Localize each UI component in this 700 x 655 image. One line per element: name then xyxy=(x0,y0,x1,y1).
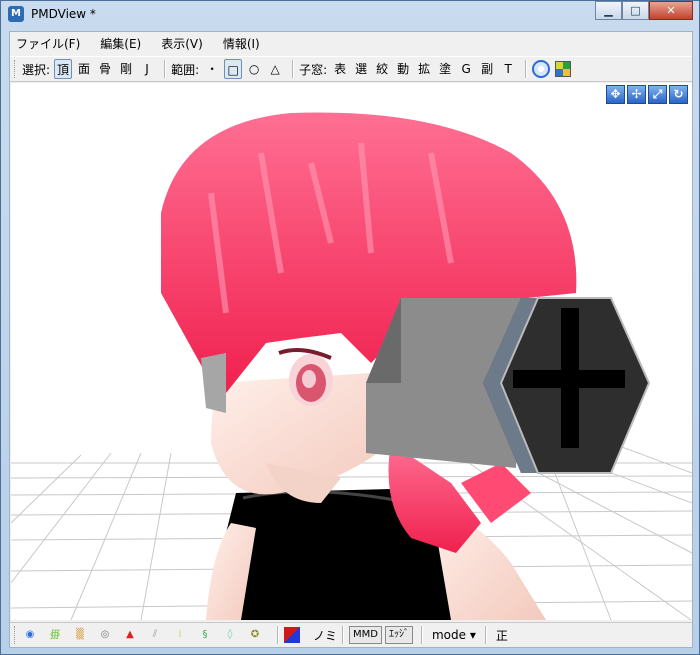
point-icon[interactable]: ◎ xyxy=(97,627,113,643)
child-table-button[interactable]: 表 xyxy=(331,59,349,79)
texture-pattern-icon[interactable]: ▒ xyxy=(72,627,88,643)
app-window: M PMDView * ▁ □ ✕ ファイル(F) 編集(E) 表示(V) 情報… xyxy=(0,0,700,655)
toolbar-separator xyxy=(292,60,295,78)
range-circle-button[interactable]: ○ xyxy=(245,59,263,79)
statusbar-separator xyxy=(484,626,487,644)
select-bone-button[interactable]: 骨 xyxy=(96,59,114,79)
title-bar[interactable]: M PMDView * ▁ □ ✕ xyxy=(1,1,699,29)
quad-view-icon[interactable] xyxy=(555,61,572,77)
select-joint-button[interactable]: J xyxy=(138,59,156,79)
menu-file[interactable]: ファイル(F) xyxy=(16,35,80,52)
target-icon[interactable] xyxy=(532,60,551,78)
mode-dropdown[interactable]: mode ▾ xyxy=(432,628,476,642)
joint-icon[interactable]: ✪ xyxy=(247,627,263,643)
vertex-dot-icon[interactable]: ◉ xyxy=(22,627,38,643)
face-triangle-icon[interactable]: ▲ xyxy=(122,627,138,643)
select-label: 選択: xyxy=(22,62,51,77)
child-t-button[interactable]: T xyxy=(499,59,517,79)
normal-lines-icon[interactable]: ∰ xyxy=(47,627,63,643)
child-select-button[interactable]: 選 xyxy=(352,59,370,79)
toolbar: 選択: 頂 面 骨 剛 J 範囲: ・ □ ○ △ 子窓: 表 選 絞 動 拡 … xyxy=(10,56,692,82)
statusbar-separator xyxy=(420,626,423,644)
child-move-button[interactable]: 動 xyxy=(394,59,412,79)
move-xy-icon[interactable]: ✥ xyxy=(606,85,625,104)
model-render xyxy=(11,112,692,620)
range-point-button[interactable]: ・ xyxy=(203,59,221,79)
menu-view[interactable]: 表示(V) xyxy=(161,35,203,52)
bone-icon[interactable]: ⁞ xyxy=(172,627,188,643)
menu-info[interactable]: 情報(I) xyxy=(223,35,260,52)
child-window-label: 子窓: xyxy=(299,62,328,77)
rigid-icon[interactable]: ◊ xyxy=(222,627,238,643)
status-bar: ◉ ∰ ▒ ◎ ▲ ⫽ ⁞ § ◊ ✪ ノミ MMD ｴｯｼﾞ mode ▾ 正 xyxy=(10,622,692,647)
toolbar-separator xyxy=(164,60,167,78)
child-g-button[interactable]: G xyxy=(457,59,475,79)
maximize-button[interactable]: □ xyxy=(622,1,649,20)
zoom-icon[interactable]: ⤢ xyxy=(648,85,667,104)
menu-edit[interactable]: 編集(E) xyxy=(100,35,141,52)
minimize-button[interactable]: ▁ xyxy=(595,1,622,20)
client-area: ファイル(F) 編集(E) 表示(V) 情報(I) 選択: 頂 面 骨 剛 J … xyxy=(9,31,693,648)
statusbar-separator xyxy=(277,626,279,644)
material-color-icon[interactable] xyxy=(284,627,300,643)
3d-viewport[interactable]: ✥ ✢ ⤢ ↻ xyxy=(11,83,692,620)
menu-bar: ファイル(F) 編集(E) 表示(V) 情報(I) xyxy=(10,32,692,54)
statusbar-grip[interactable] xyxy=(14,626,18,644)
toolbar-separator xyxy=(525,60,528,78)
child-paint-button[interactable]: 塗 xyxy=(436,59,454,79)
toolbar-grip[interactable] xyxy=(14,60,18,78)
child-sub-button[interactable]: 副 xyxy=(478,59,496,79)
app-icon: M xyxy=(8,6,24,22)
range-label: 範囲: xyxy=(171,62,200,77)
orthographic-button[interactable]: 正 xyxy=(496,627,508,644)
rotate-icon[interactable]: ↻ xyxy=(669,85,688,104)
child-filter-button[interactable]: 絞 xyxy=(373,59,391,79)
close-button[interactable]: ✕ xyxy=(649,1,693,20)
nomi-label[interactable]: ノミ xyxy=(313,627,337,644)
morph-icon[interactable]: § xyxy=(197,627,213,643)
range-triangle-button[interactable]: △ xyxy=(266,59,284,79)
wire-icon[interactable]: ⫽ xyxy=(147,627,163,643)
statusbar-separator xyxy=(342,626,345,644)
select-rigid-button[interactable]: 剛 xyxy=(117,59,135,79)
child-scale-button[interactable]: 拡 xyxy=(415,59,433,79)
mmd-toggle-button[interactable]: MMD xyxy=(349,626,382,644)
range-rect-button[interactable]: □ xyxy=(224,59,243,79)
edge-toggle-button[interactable]: ｴｯｼﾞ xyxy=(384,626,413,644)
window-title: PMDView * xyxy=(31,7,96,21)
move-xz-icon[interactable]: ✢ xyxy=(627,85,646,104)
select-face-button[interactable]: 面 xyxy=(75,59,93,79)
select-vertex-button[interactable]: 頂 xyxy=(54,59,73,79)
